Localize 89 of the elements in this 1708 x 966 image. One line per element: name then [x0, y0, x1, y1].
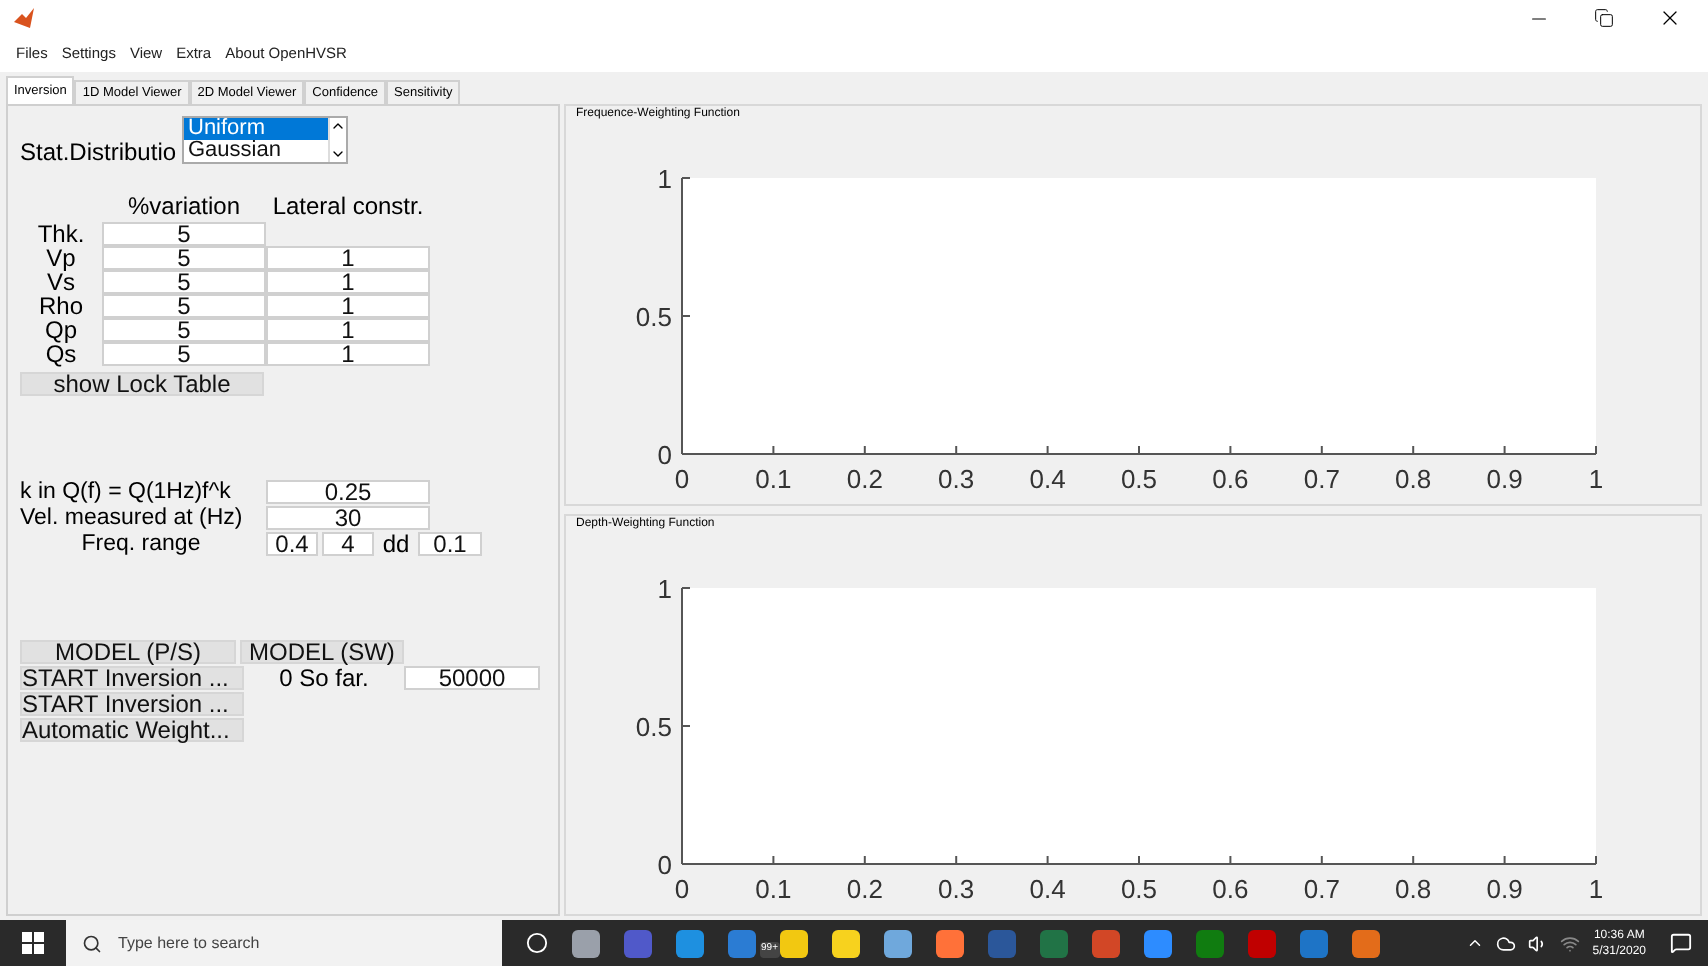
speaker-icon[interactable]: [1528, 933, 1549, 953]
tick-label: 0.7: [1303, 463, 1340, 493]
row-label: Thk.: [35, 222, 87, 246]
start-inversion-button[interactable]: START Inversion ...: [20, 692, 244, 716]
tick-label: 0.3: [938, 873, 975, 903]
text-field[interactable]: 5: [102, 294, 266, 318]
tick-label: 0.6: [1212, 463, 1249, 493]
wifi-icon[interactable]: [1560, 933, 1581, 953]
list-item[interactable]: Gaussian: [184, 140, 328, 162]
app-icon[interactable]: [884, 929, 912, 957]
text-field[interactable]: 0.1: [418, 531, 482, 555]
tick-label: 1: [1588, 873, 1604, 903]
text-field[interactable]: 1: [266, 246, 430, 270]
text-field[interactable]: 0.25: [266, 479, 430, 503]
column-header: Lateral constr.: [270, 194, 426, 218]
chevron-up-icon[interactable]: [1466, 934, 1485, 952]
tick-label: 0.5: [1120, 873, 1158, 903]
field-label: Freq. range: [79, 531, 203, 555]
tick-label: 0.1: [755, 873, 792, 903]
tick-label: 0.9: [1486, 463, 1523, 493]
app-icon[interactable]: [676, 929, 704, 957]
automatic-weight-button[interactable]: Automatic Weight...: [20, 718, 244, 742]
scroll-down-icon[interactable]: [330, 146, 346, 162]
text-field[interactable]: 1: [266, 318, 430, 342]
distribution-listbox[interactable]: Uniform Gaussian: [182, 116, 348, 164]
row-label: Qs: [43, 342, 79, 366]
tick-label: 1: [1588, 463, 1604, 493]
search-field[interactable]: Type here to search: [66, 920, 502, 966]
text-field[interactable]: 1: [266, 270, 430, 294]
close-icon[interactable]: [1658, 6, 1682, 30]
app-icon[interactable]: [936, 929, 964, 957]
tick-label: 0.2: [846, 463, 883, 493]
tick-label: 0.7: [1303, 873, 1340, 903]
text-field[interactable]: 5: [102, 222, 266, 246]
tick-label: 0: [657, 439, 672, 469]
row-label: Vp: [44, 246, 78, 270]
row-label: Qp: [42, 318, 79, 342]
tick-label: 0.5: [635, 711, 672, 741]
lock-table-button[interactable]: show Lock Table: [20, 372, 264, 396]
cloud-icon[interactable]: [1496, 933, 1517, 953]
text-field[interactable]: 1: [266, 342, 430, 366]
text-field[interactable]: 5: [102, 270, 266, 294]
field-label: Vel. measured at (Hz): [20, 505, 245, 529]
field-label: k in Q(f) = Q(1Hz)f^k: [20, 479, 233, 503]
scrollbar[interactable]: [328, 118, 346, 162]
tick-label: 0.5: [635, 301, 672, 331]
app-icon[interactable]: [832, 929, 860, 957]
model-button[interactable]: MODEL (SW): [240, 640, 404, 664]
tick-label: 0: [674, 463, 690, 493]
status-text: 0 So far.: [277, 666, 369, 690]
tick-label: 0.8: [1395, 463, 1432, 493]
row-label: Vs: [44, 270, 77, 294]
text-field[interactable]: 30: [266, 505, 430, 529]
scroll-up-icon[interactable]: [330, 118, 346, 134]
tick-label: 0.4: [1029, 873, 1066, 903]
app-logo-icon: [14, 8, 34, 28]
tick-label: 0.2: [846, 873, 883, 903]
tick-label: 0: [657, 849, 672, 879]
tick-label: 1: [657, 163, 672, 193]
tick-label: 0.4: [1029, 463, 1066, 493]
tick-label: 0.1: [755, 463, 792, 493]
model-button[interactable]: MODEL (P/S): [20, 640, 236, 664]
text-field[interactable]: 5: [102, 318, 266, 342]
tick-label: 0.6: [1212, 873, 1249, 903]
tick-label: 0.9: [1486, 873, 1523, 903]
column-header: %variation: [125, 194, 243, 218]
tick-label: 0.5: [1120, 463, 1158, 493]
circle-icon[interactable]: [526, 932, 548, 954]
text-field[interactable]: 50000: [404, 666, 540, 690]
tick-label: 0.3: [938, 463, 975, 493]
tick-label: 1: [657, 573, 672, 603]
maximize-icon[interactable]: [1594, 8, 1614, 28]
app-icon[interactable]: [1144, 929, 1172, 957]
tick-label: 0.8: [1395, 873, 1432, 903]
text-field[interactable]: 1: [266, 294, 430, 318]
list-item[interactable]: Uniform: [184, 118, 328, 140]
windows-logo-icon[interactable]: [22, 932, 44, 954]
app-icon[interactable]: [1352, 929, 1380, 957]
text-field[interactable]: 0.4: [266, 531, 318, 555]
search-icon: [82, 933, 102, 953]
start-inversion-button[interactable]: START Inversion ...: [20, 666, 244, 690]
field-label: Stat.Distributio: [20, 140, 179, 164]
text-field[interactable]: 4: [322, 531, 374, 555]
field-label: dd: [380, 531, 412, 555]
text-field[interactable]: 5: [102, 342, 266, 366]
notifications-icon[interactable]: [1670, 932, 1692, 954]
row-label: Rho: [36, 294, 85, 318]
text-field[interactable]: 5: [102, 246, 266, 270]
tick-label: 0: [674, 873, 690, 903]
